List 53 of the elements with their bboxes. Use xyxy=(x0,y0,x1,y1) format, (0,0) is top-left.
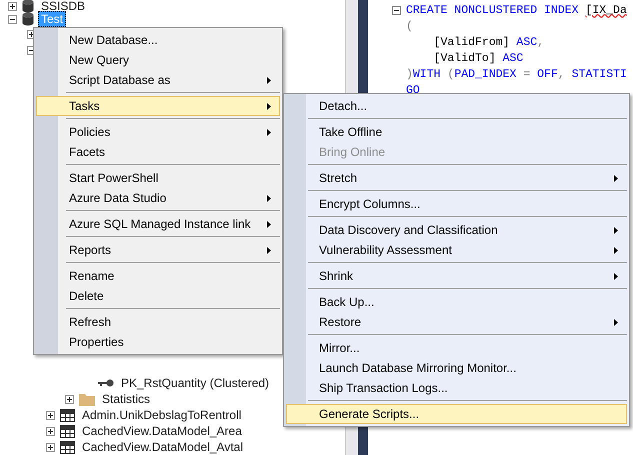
collapse-icon[interactable] xyxy=(8,14,17,24)
menu-item[interactable]: Reports xyxy=(36,240,280,260)
tree-node-label[interactable]: CachedView.DataModel_Area xyxy=(79,423,245,439)
table-icon xyxy=(60,408,75,422)
menu-item[interactable]: Rename xyxy=(36,266,280,286)
menu-item[interactable]: Restore xyxy=(286,312,627,332)
menu-item[interactable]: Ship Transaction Logs... xyxy=(286,378,627,398)
menu-item[interactable]: Start PowerShell xyxy=(36,168,280,188)
collapse-icon[interactable] xyxy=(392,6,401,14)
code-line: )WITH (PAD_INDEX = OFF, STATISTI xyxy=(406,68,627,80)
code-line: GO xyxy=(406,84,420,96)
tree-node-label[interactable]: SSISDB xyxy=(38,0,88,14)
menu-item[interactable]: Properties xyxy=(36,332,280,352)
menu-item[interactable]: Generate Scripts... xyxy=(286,404,627,424)
menu-item[interactable]: Vulnerability Assessment xyxy=(286,240,627,260)
menu-item[interactable]: New Database... xyxy=(36,30,280,50)
menu-item[interactable]: Facets xyxy=(36,142,280,162)
expand-icon[interactable] xyxy=(8,2,17,10)
menu-item[interactable]: Back Up... xyxy=(286,292,627,312)
code-line: [ValidTo] ASC xyxy=(432,52,524,64)
menu-item[interactable]: Data Discovery and Classification xyxy=(286,220,627,240)
menu-item[interactable]: Launch Database Mirroring Monitor... xyxy=(286,358,627,378)
menu-item[interactable]: Take Offline xyxy=(286,122,627,142)
menu-item[interactable]: Tasks xyxy=(36,96,280,116)
menu-item[interactable]: Azure SQL Managed Instance link xyxy=(36,214,280,234)
menu-item[interactable]: Refresh xyxy=(36,312,280,332)
tree-node-label[interactable]: Statistics xyxy=(99,391,154,407)
expand-icon[interactable] xyxy=(46,442,55,452)
menu-item[interactable]: Delete xyxy=(36,286,280,306)
key-icon xyxy=(98,379,114,387)
menu-item[interactable]: Script Database as xyxy=(36,70,280,90)
expand-icon[interactable] xyxy=(46,426,55,436)
database-icon xyxy=(22,12,34,26)
menu-item[interactable]: Policies xyxy=(36,122,280,142)
folder-icon xyxy=(79,392,95,406)
menu-item[interactable]: Mirror... xyxy=(286,338,627,358)
tree-node-label[interactable]: PK_RstQuantity (Clustered) xyxy=(118,375,272,391)
menu-item[interactable]: Azure Data Studio xyxy=(36,188,280,208)
code-line: CREATE NONCLUSTERED INDEX [IX_Da xyxy=(406,4,627,16)
tree-node-label[interactable]: Admin.UnikDebslagToRentroll xyxy=(79,407,244,423)
menu-item[interactable]: Detach... xyxy=(286,96,627,116)
code-line: [ValidFrom] ASC, xyxy=(432,36,544,48)
menu-item[interactable]: New Query xyxy=(36,50,280,70)
table-icon xyxy=(60,440,75,454)
code-line: ( xyxy=(406,20,413,32)
table-icon xyxy=(60,424,75,438)
tree-node-label[interactable]: CachedView.DataModel_Avtal xyxy=(79,439,246,455)
expand-icon[interactable] xyxy=(46,410,55,420)
menu-item[interactable]: Encrypt Columns... xyxy=(286,194,627,214)
menu-item[interactable]: Stretch xyxy=(286,168,627,188)
menu-item[interactable]: Shrink xyxy=(286,266,627,286)
expand-icon[interactable] xyxy=(65,394,74,404)
database-icon xyxy=(22,0,34,13)
